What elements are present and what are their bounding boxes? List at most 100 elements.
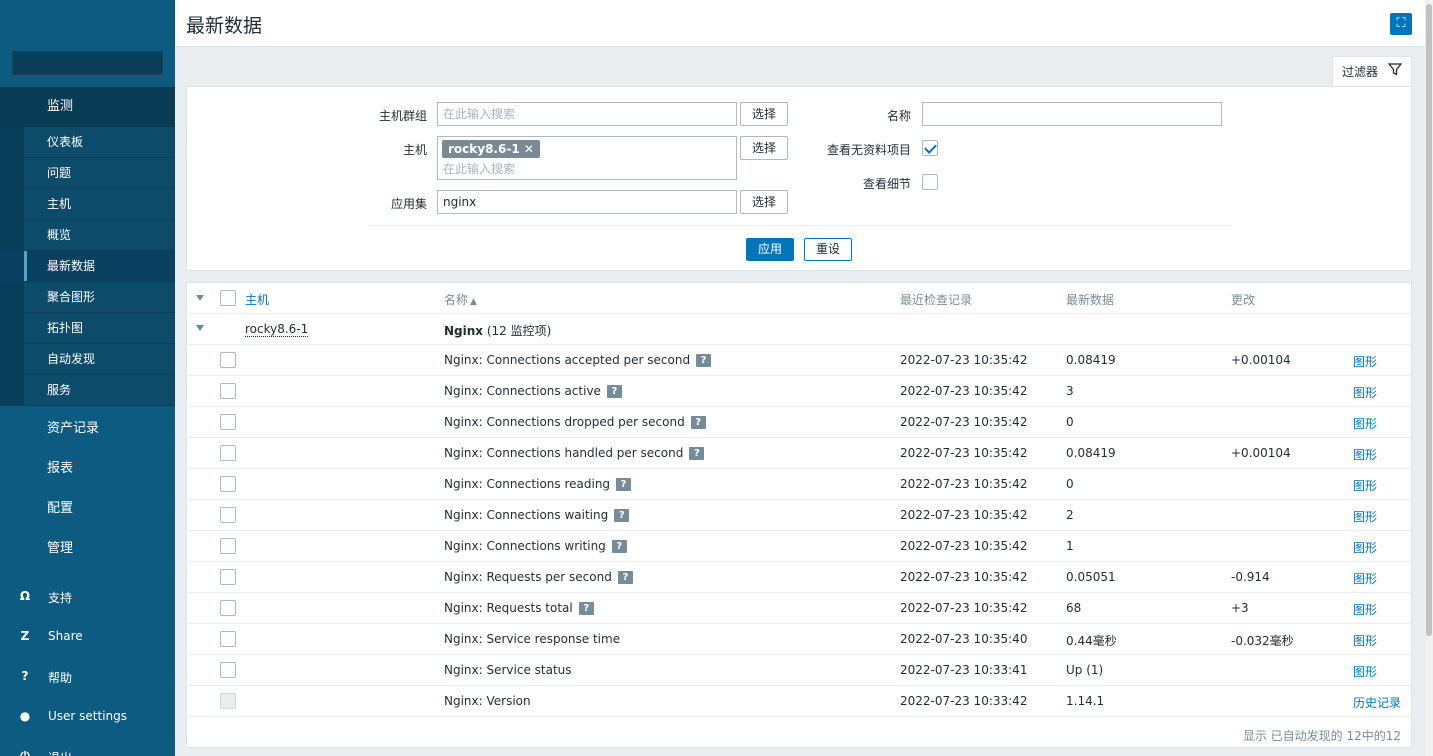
filter-panel: 主机群组 在此输入搜索 选择 主机 rocky8.6-1 ✕ 在此输入搜索 选择… <box>186 86 1412 271</box>
sidebar-item-4[interactable]: 最新数据 <box>0 251 175 282</box>
row-checkbox[interactable] <box>220 538 236 554</box>
select-all-checkbox[interactable] <box>220 290 236 306</box>
graph-link[interactable]: 图形 <box>1353 446 1377 463</box>
item-name-label: Nginx: Connections active <box>444 384 601 398</box>
row-checkbox[interactable] <box>220 507 236 523</box>
sidebar-section-monitoring[interactable]: 监测 <box>0 87 175 127</box>
sidebar-item-2[interactable]: 主机 <box>0 189 175 220</box>
host-group-input[interactable]: 在此输入搜索 <box>437 102 737 126</box>
help-icon[interactable]: ? <box>617 571 633 584</box>
item-name-label: Nginx: Service status <box>444 663 572 677</box>
reset-button[interactable]: 重设 <box>804 238 852 261</box>
graph-link[interactable]: 图形 <box>1353 663 1377 680</box>
app-input[interactable]: nginx <box>437 190 737 214</box>
page-header: 最新数据 ⛶ <box>175 0 1425 47</box>
sidebar-footer-item-0[interactable]: Ω 支持 <box>0 589 175 606</box>
host-multiselect[interactable]: rocky8.6-1 ✕ 在此输入搜索 <box>437 136 737 180</box>
collapse-all-icon[interactable] <box>196 295 204 301</box>
row-checkbox[interactable] <box>220 414 236 430</box>
sidebar-search-input[interactable] <box>12 51 163 75</box>
help-icon[interactable]: ? <box>611 540 627 553</box>
sidebar-footer-label: 支持 <box>48 591 73 605</box>
collapse-group-icon[interactable] <box>196 325 204 331</box>
sidebar-item-6[interactable]: 拓扑图 <box>0 313 175 344</box>
history-link[interactable]: 历史记录 <box>1353 694 1401 711</box>
header-host[interactable]: 主机 <box>245 291 269 308</box>
item-name: Nginx: Connections handled per second? <box>444 446 705 461</box>
show-details-checkbox[interactable] <box>922 174 938 190</box>
header-last-value: 最新数据 <box>1066 293 1115 307</box>
item-name-label: Nginx: Service response time <box>444 632 621 646</box>
header-last-check: 最近检查记录 <box>900 293 973 307</box>
app-select-button[interactable]: 选择 <box>740 190 788 214</box>
sidebar-item-3[interactable]: 概览 <box>0 220 175 251</box>
item-name: Nginx: Connections writing? <box>444 539 627 554</box>
help-icon[interactable]: ? <box>689 447 705 460</box>
table-row: Nginx: Connections writing? 2022-07-23 10… <box>187 531 1411 562</box>
host-group-select-button[interactable]: 选择 <box>740 102 788 126</box>
group-app: Nginx (12 监控项) <box>444 322 551 339</box>
last-value-cell: 68 <box>1066 601 1082 615</box>
show-no-data-checkbox[interactable] <box>922 140 938 156</box>
sidebar-item-8[interactable]: 服务 <box>0 375 175 406</box>
row-checkbox[interactable] <box>220 445 236 461</box>
sidebar-section-2[interactable]: 配置 <box>0 497 175 516</box>
graph-link[interactable]: 图形 <box>1353 508 1377 525</box>
name-input[interactable] <box>922 102 1222 126</box>
table-row: Nginx: Connections accepted per second? 2… <box>187 345 1411 376</box>
filter-tab[interactable]: 过滤器 <box>1332 56 1412 87</box>
sidebar-item-1[interactable]: 问题 <box>0 158 175 189</box>
row-checkbox[interactable] <box>220 383 236 399</box>
row-checkbox[interactable] <box>220 600 236 616</box>
graph-link[interactable]: 图形 <box>1353 477 1377 494</box>
sidebar-footer-item-1[interactable]: Z Share <box>0 629 175 643</box>
sidebar-section-0[interactable]: 资产记录 <box>0 417 175 436</box>
graph-link[interactable]: 图形 <box>1353 632 1377 649</box>
scrollbar-thumb[interactable] <box>1426 4 1432 636</box>
graph-link[interactable]: 图形 <box>1353 384 1377 401</box>
row-checkbox[interactable] <box>220 631 236 647</box>
graph-link[interactable]: 图形 <box>1353 353 1377 370</box>
help-icon[interactable]: ? <box>606 385 622 398</box>
last-value-cell: 0.05051 <box>1066 570 1116 584</box>
sort-asc-icon: ▲ <box>470 297 477 307</box>
show-no-data-label: 查看无资料项目 <box>826 143 911 157</box>
row-checkbox[interactable] <box>220 662 236 678</box>
row-checkbox[interactable] <box>220 569 236 585</box>
sidebar-footer-item-3[interactable]: ● User settings <box>0 709 175 723</box>
sidebar-footer-item-4[interactable]: ⏻ 退出 <box>0 749 175 756</box>
help-icon[interactable]: ? <box>690 416 706 429</box>
header-name[interactable]: 名称 ▲ <box>444 291 477 308</box>
host-select-button[interactable]: 选择 <box>740 136 788 160</box>
group-host-name[interactable]: rocky8.6-1 <box>245 322 309 337</box>
item-name-label: Nginx: Connections accepted per second <box>444 353 691 367</box>
remove-tag-icon[interactable]: ✕ <box>524 142 534 156</box>
sidebar-section-3[interactable]: 管理 <box>0 537 175 556</box>
fullscreen-button[interactable]: ⛶ <box>1390 13 1412 35</box>
sidebar-section-1[interactable]: 报表 <box>0 457 175 476</box>
help-icon[interactable]: ? <box>578 602 594 615</box>
show-details-label: 查看细节 <box>862 177 911 191</box>
sidebar-item-0[interactable]: 仪表板 <box>0 127 175 158</box>
sidebar-footer-label: 帮助 <box>48 671 73 685</box>
sidebar-footer-item-2[interactable]: ? 帮助 <box>0 669 175 686</box>
help-icon[interactable]: ? <box>616 478 632 491</box>
graph-link[interactable]: 图形 <box>1353 539 1377 556</box>
help-icon[interactable]: ? <box>696 354 712 367</box>
sidebar-item-7[interactable]: 自动发现 <box>0 344 175 375</box>
item-name-label: Nginx: Connections handled per second <box>444 446 684 460</box>
graph-link[interactable]: 图形 <box>1353 570 1377 587</box>
last-check-cell: 2022-07-23 10:35:42 <box>900 570 1028 584</box>
sidebar-item-5[interactable]: 聚合图形 <box>0 282 175 313</box>
graph-link[interactable]: 图形 <box>1353 601 1377 618</box>
graph-link[interactable]: 图形 <box>1353 415 1377 432</box>
change-cell: -0.914 <box>1231 570 1270 584</box>
apply-button[interactable]: 应用 <box>746 238 794 261</box>
group-app-count: (12 监控项) <box>486 324 552 338</box>
item-name-label: Nginx: Connections reading <box>444 477 611 491</box>
row-checkbox[interactable] <box>220 476 236 492</box>
help-icon[interactable]: ? <box>614 509 630 522</box>
page-scrollbar[interactable] <box>1425 0 1433 756</box>
row-checkbox[interactable] <box>220 352 236 368</box>
item-name: Nginx: Connections dropped per second? <box>444 415 706 430</box>
